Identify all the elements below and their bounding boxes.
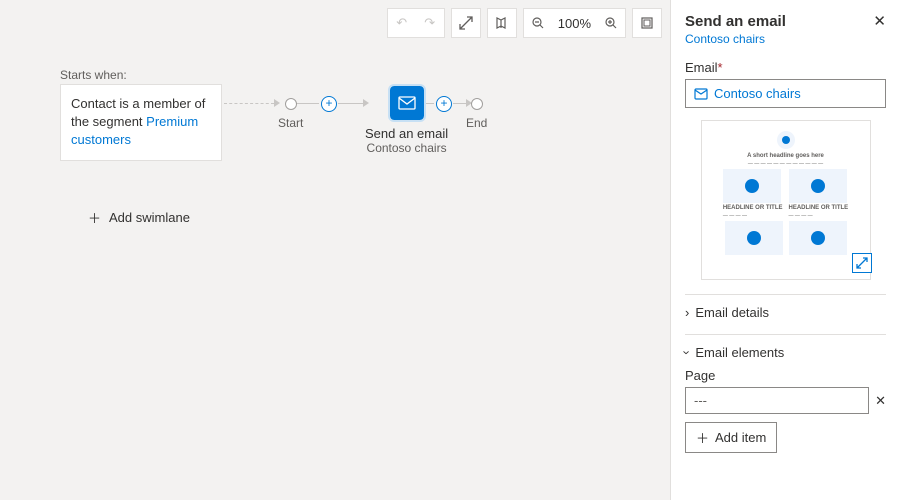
journey-canvas[interactable]: ↶ ↷ 100% Starts when: [0,0,670,500]
properties-panel: Send an email ✕ Contoso chairs Email* Co… [670,0,900,500]
email-picker-value: Contoso chairs [714,86,801,101]
add-item-button[interactable]: ＋ Add item [685,422,777,453]
connector [338,103,363,104]
panel-subtitle[interactable]: Contoso chairs [685,32,886,46]
page-input[interactable]: --- [685,387,869,414]
plus-icon: ＋ [88,208,101,227]
preview-expand-button[interactable] [852,253,872,273]
canvas-toolbar: ↶ ↷ 100% [387,8,662,38]
add-step-button[interactable]: + [436,96,452,112]
close-icon[interactable]: ✕ [873,12,886,30]
undo-button[interactable]: ↶ [388,9,416,37]
start-label: Start [278,116,303,130]
connector [224,103,274,104]
end-icon [471,98,483,110]
trigger-card[interactable]: Contact is a member of the segment Premi… [60,84,222,161]
add-step-button[interactable]: + [321,96,337,112]
preview-headline: A short headline goes here [710,153,862,159]
chevron-down-icon: › [680,350,695,354]
clear-icon[interactable]: ✕ [875,393,886,409]
zoom-level: 100% [552,9,597,37]
start-node[interactable]: Start [278,98,303,130]
add-swimlane-label: Add swimlane [109,210,190,225]
email-node-title: Send an email [365,126,448,141]
plus-icon: ＋ [696,428,709,447]
minimap-button[interactable] [488,9,516,37]
trigger-label: Starts when: [60,68,127,82]
expand-button[interactable] [452,9,480,37]
fit-button[interactable] [633,9,661,37]
redo-button[interactable]: ↷ [416,9,444,37]
email-node-sub: Contoso chairs [365,141,448,155]
start-icon [285,98,297,110]
email-icon [390,86,424,120]
zoom-in-button[interactable] [597,9,625,37]
zoom-out-button[interactable] [524,9,552,37]
email-elements-section[interactable]: › Email elements [685,334,886,360]
email-field-label: Email* [685,60,886,75]
add-swimlane-button[interactable]: ＋ Add swimlane [88,208,190,227]
mail-icon [694,88,708,100]
email-details-section[interactable]: › Email details [685,294,886,320]
email-preview[interactable]: A short headline goes here — — — — — — —… [701,120,871,280]
end-node[interactable]: End [466,98,487,130]
page-label: Page [685,368,886,383]
panel-title: Send an email [685,13,786,30]
connector [453,103,466,104]
email-node[interactable]: Send an email Contoso chairs [365,86,448,155]
end-label: End [466,116,487,130]
email-picker[interactable]: Contoso chairs [685,79,886,108]
chevron-right-icon: › [685,305,689,320]
